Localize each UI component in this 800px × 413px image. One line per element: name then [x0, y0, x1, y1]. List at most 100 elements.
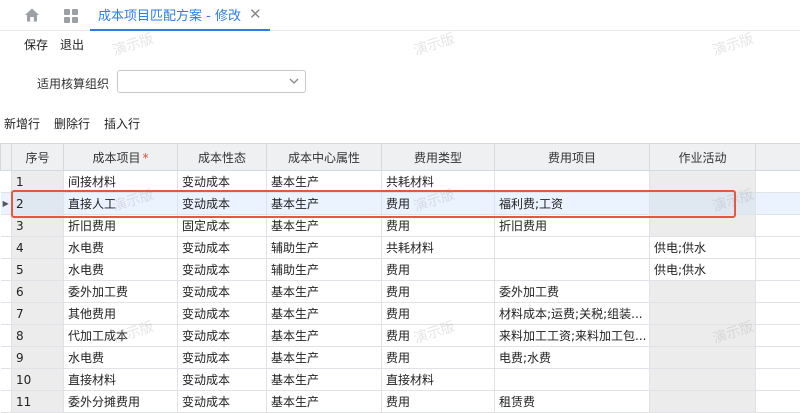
cell-fee-item[interactable]: 委外加工费	[494, 280, 650, 303]
table-row[interactable]: 10 直接材料 变动成本 基本生产 直接材料	[0, 368, 800, 391]
cell-seq[interactable]: 6	[11, 280, 64, 303]
table-row[interactable]: 7 其他费用 变动成本 基本生产 费用 材料成本;运费;关税;组装...	[0, 302, 800, 325]
col-header-cost-item[interactable]: 成本项目 *	[63, 143, 178, 171]
cell-fee-type[interactable]: 费用	[381, 258, 495, 281]
cell-cost-behavior[interactable]: 变动成本	[177, 192, 267, 215]
cell-fee-type[interactable]: 费用	[381, 192, 495, 215]
row-indicator[interactable]: ▶	[0, 192, 12, 215]
cell-fee-item[interactable]	[494, 236, 650, 259]
cell-fee-type[interactable]: 共耗材料	[381, 170, 495, 193]
cell-activity[interactable]	[649, 280, 756, 303]
cell-center-attr[interactable]: 基本生产	[266, 368, 382, 391]
cell-fee-item[interactable]: 电费;水费	[494, 346, 650, 369]
cell-fee-type[interactable]: 共耗材料	[381, 236, 495, 259]
grid-icon[interactable]	[63, 8, 79, 24]
row-indicator[interactable]	[0, 390, 12, 413]
cell-activity[interactable]	[649, 192, 756, 215]
cell-seq[interactable]: 4	[11, 236, 64, 259]
cell-activity[interactable]: 供电;供水	[649, 236, 756, 259]
cell-center-attr[interactable]: 基本生产	[266, 280, 382, 303]
cell-cost-item[interactable]: 委外加工费	[63, 280, 178, 303]
row-indicator[interactable]	[0, 214, 12, 237]
cell-seq[interactable]: 5	[11, 258, 64, 281]
table-row[interactable]: 4 水电费 变动成本 辅助生产 共耗材料 供电;供水	[0, 236, 800, 259]
cell-cost-behavior[interactable]: 变动成本	[177, 368, 267, 391]
cell-fee-item[interactable]: 来料加工工资;来料加工包...	[494, 324, 650, 347]
close-icon[interactable]: ✕	[249, 7, 262, 22]
cell-fee-item[interactable]	[494, 170, 650, 193]
cell-fee-type[interactable]: 费用	[381, 302, 495, 325]
cell-center-attr[interactable]: 基本生产	[266, 390, 382, 413]
cell-fee-item[interactable]: 福利费;工资	[494, 192, 650, 215]
cell-fee-type[interactable]: 费用	[381, 214, 495, 237]
col-header-seq[interactable]: 序号	[11, 143, 64, 171]
cell-seq[interactable]: 2	[11, 192, 64, 215]
cell-fee-item[interactable]	[494, 368, 650, 391]
col-header-center-attr[interactable]: 成本中心属性	[266, 143, 382, 171]
cell-cost-behavior[interactable]: 变动成本	[177, 236, 267, 259]
cell-center-attr[interactable]: 基本生产	[266, 170, 382, 193]
accounting-org-select[interactable]	[117, 70, 306, 93]
cell-fee-item[interactable]	[494, 258, 650, 281]
table-row[interactable]: 3 折旧费用 固定成本 基本生产 费用 折旧费用	[0, 214, 800, 237]
save-button[interactable]: 保存	[24, 36, 48, 53]
home-icon[interactable]	[24, 7, 40, 23]
cell-activity[interactable]	[649, 214, 756, 237]
row-indicator[interactable]	[0, 302, 12, 325]
cell-activity[interactable]	[649, 390, 756, 413]
cell-activity[interactable]	[649, 368, 756, 391]
cell-cost-item[interactable]: 其他费用	[63, 302, 178, 325]
cell-cost-behavior[interactable]: 变动成本	[177, 390, 267, 413]
row-indicator[interactable]	[0, 346, 12, 369]
cell-seq[interactable]: 1	[11, 170, 64, 193]
cell-fee-type[interactable]: 直接材料	[381, 368, 495, 391]
table-row[interactable]: 8 代加工成本 变动成本 基本生产 费用 来料加工工资;来料加工包...	[0, 324, 800, 347]
cell-center-attr[interactable]: 辅助生产	[266, 258, 382, 281]
tab-cost-item-matching[interactable]: 成本项目匹配方案 - 修改 ✕	[90, 0, 270, 31]
delete-row-button[interactable]: 删除行	[54, 115, 90, 132]
cell-center-attr[interactable]: 辅助生产	[266, 236, 382, 259]
cell-seq[interactable]: 10	[11, 368, 64, 391]
cell-cost-behavior[interactable]: 变动成本	[177, 258, 267, 281]
col-header-fee-type[interactable]: 费用类型	[381, 143, 495, 171]
cell-fee-type[interactable]: 费用	[381, 346, 495, 369]
cell-cost-item[interactable]: 委外分摊费用	[63, 390, 178, 413]
cell-cost-item[interactable]: 折旧费用	[63, 214, 178, 237]
cell-cost-behavior[interactable]: 变动成本	[177, 346, 267, 369]
col-header-activity[interactable]: 作业活动	[649, 143, 756, 171]
col-header-cost-behavior[interactable]: 成本性态	[177, 143, 267, 171]
cell-seq[interactable]: 9	[11, 346, 64, 369]
cell-fee-item[interactable]: 折旧费用	[494, 214, 650, 237]
table-row[interactable]: 6 委外加工费 变动成本 基本生产 费用 委外加工费	[0, 280, 800, 303]
cell-cost-item[interactable]: 水电费	[63, 236, 178, 259]
cell-center-attr[interactable]: 基本生产	[266, 302, 382, 325]
table-row[interactable]: 9 水电费 变动成本 基本生产 费用 电费;水费	[0, 346, 800, 369]
table-row[interactable]: 1 间接材料 变动成本 基本生产 共耗材料	[0, 170, 800, 193]
row-indicator[interactable]	[0, 368, 12, 391]
cell-seq[interactable]: 3	[11, 214, 64, 237]
row-indicator[interactable]	[0, 280, 12, 303]
cell-cost-item[interactable]: 水电费	[63, 346, 178, 369]
cell-seq[interactable]: 11	[11, 390, 64, 413]
row-indicator[interactable]	[0, 324, 12, 347]
cell-cost-behavior[interactable]: 变动成本	[177, 324, 267, 347]
cell-activity[interactable]	[649, 170, 756, 193]
cell-cost-item[interactable]: 间接材料	[63, 170, 178, 193]
table-row[interactable]: 11 委外分摊费用 变动成本 基本生产 费用 租赁费	[0, 390, 800, 413]
cell-cost-behavior[interactable]: 变动成本	[177, 170, 267, 193]
cell-fee-type[interactable]: 费用	[381, 280, 495, 303]
cell-cost-behavior[interactable]: 变动成本	[177, 280, 267, 303]
cell-center-attr[interactable]: 基本生产	[266, 324, 382, 347]
cell-fee-item[interactable]: 租赁费	[494, 390, 650, 413]
cell-cost-item[interactable]: 代加工成本	[63, 324, 178, 347]
add-row-button[interactable]: 新增行	[4, 115, 40, 132]
cell-activity[interactable]	[649, 346, 756, 369]
cell-fee-type[interactable]: 费用	[381, 390, 495, 413]
cell-center-attr[interactable]: 基本生产	[266, 214, 382, 237]
cell-activity[interactable]: 供电;供水	[649, 258, 756, 281]
cell-cost-behavior[interactable]: 变动成本	[177, 302, 267, 325]
row-indicator[interactable]	[0, 236, 12, 259]
cell-fee-item[interactable]: 材料成本;运费;关税;组装...	[494, 302, 650, 325]
cell-cost-item[interactable]: 直接人工	[63, 192, 178, 215]
cell-cost-item[interactable]: 直接材料	[63, 368, 178, 391]
